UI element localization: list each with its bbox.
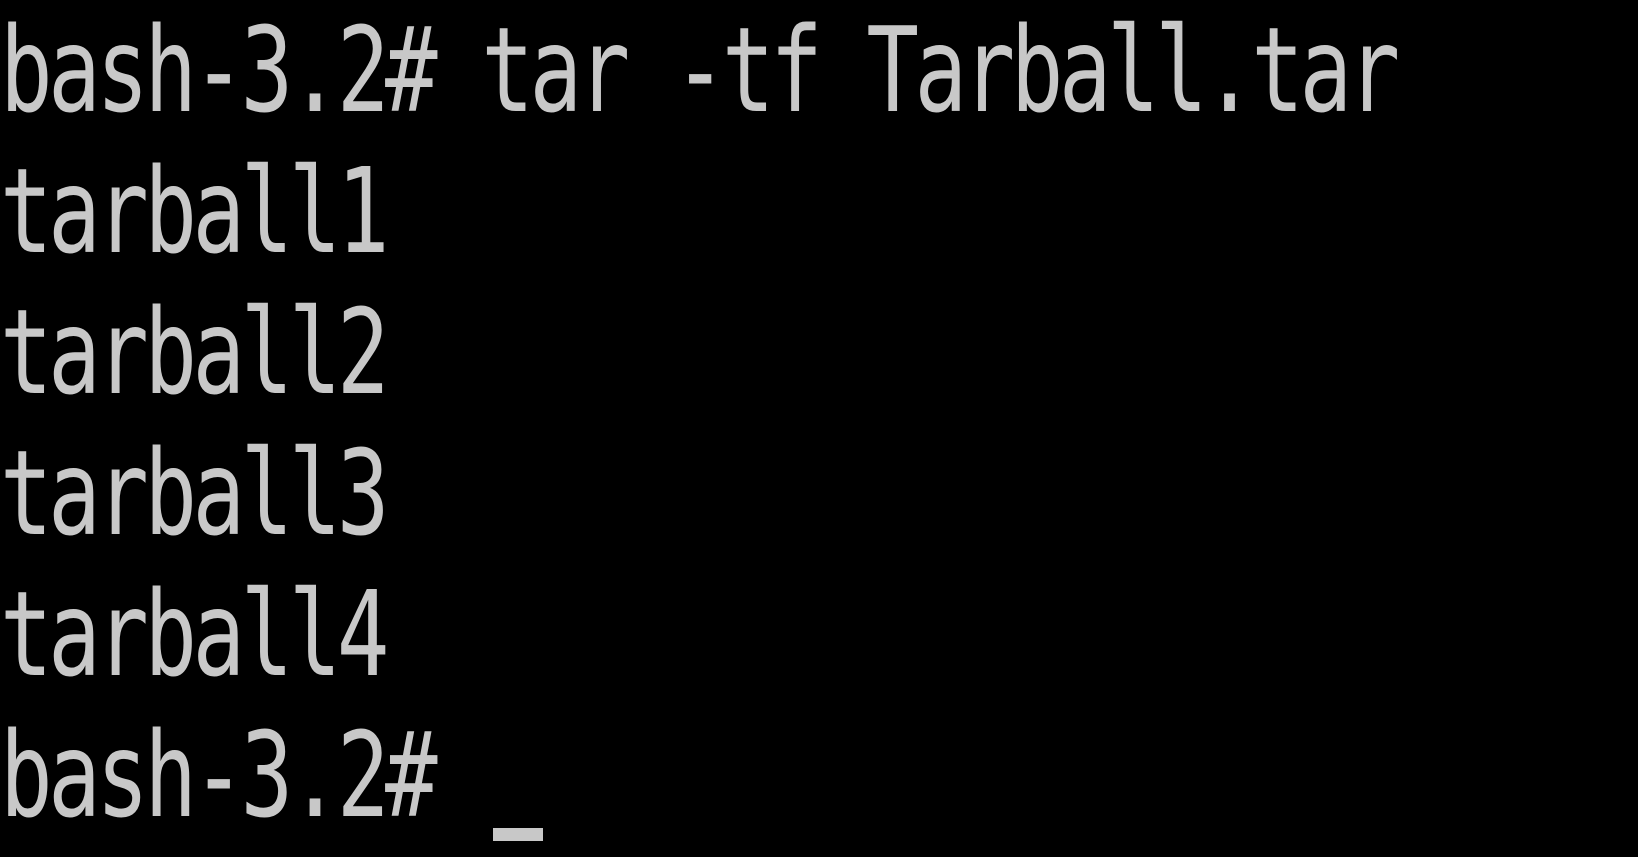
command-line: bash-3.2# tar -tf Tarball.tar (0, 0, 1400, 141)
output-line: tarball1 (0, 141, 1212, 282)
shell-prompt: bash-3.2# (0, 706, 438, 844)
output-line: tarball3 (0, 423, 1212, 564)
output-text: tarball3 (0, 424, 389, 562)
output-text: tarball4 (0, 565, 389, 703)
command-text: tar -tf Tarball.tar (433, 1, 1400, 139)
output-line: tarball4 (0, 564, 1212, 705)
output-text: tarball1 (0, 142, 389, 280)
output-line: tarball2 (0, 282, 1212, 423)
shell-prompt: bash-3.2# (0, 1, 438, 139)
active-prompt-line[interactable]: bash-3.2# (0, 705, 1212, 846)
output-text: tarball2 (0, 283, 389, 421)
terminal-window[interactable]: bash-3.2# tar -tf Tarball.tar tarball1 t… (0, 0, 1638, 857)
command-input[interactable] (433, 705, 481, 846)
text-cursor (493, 828, 543, 841)
